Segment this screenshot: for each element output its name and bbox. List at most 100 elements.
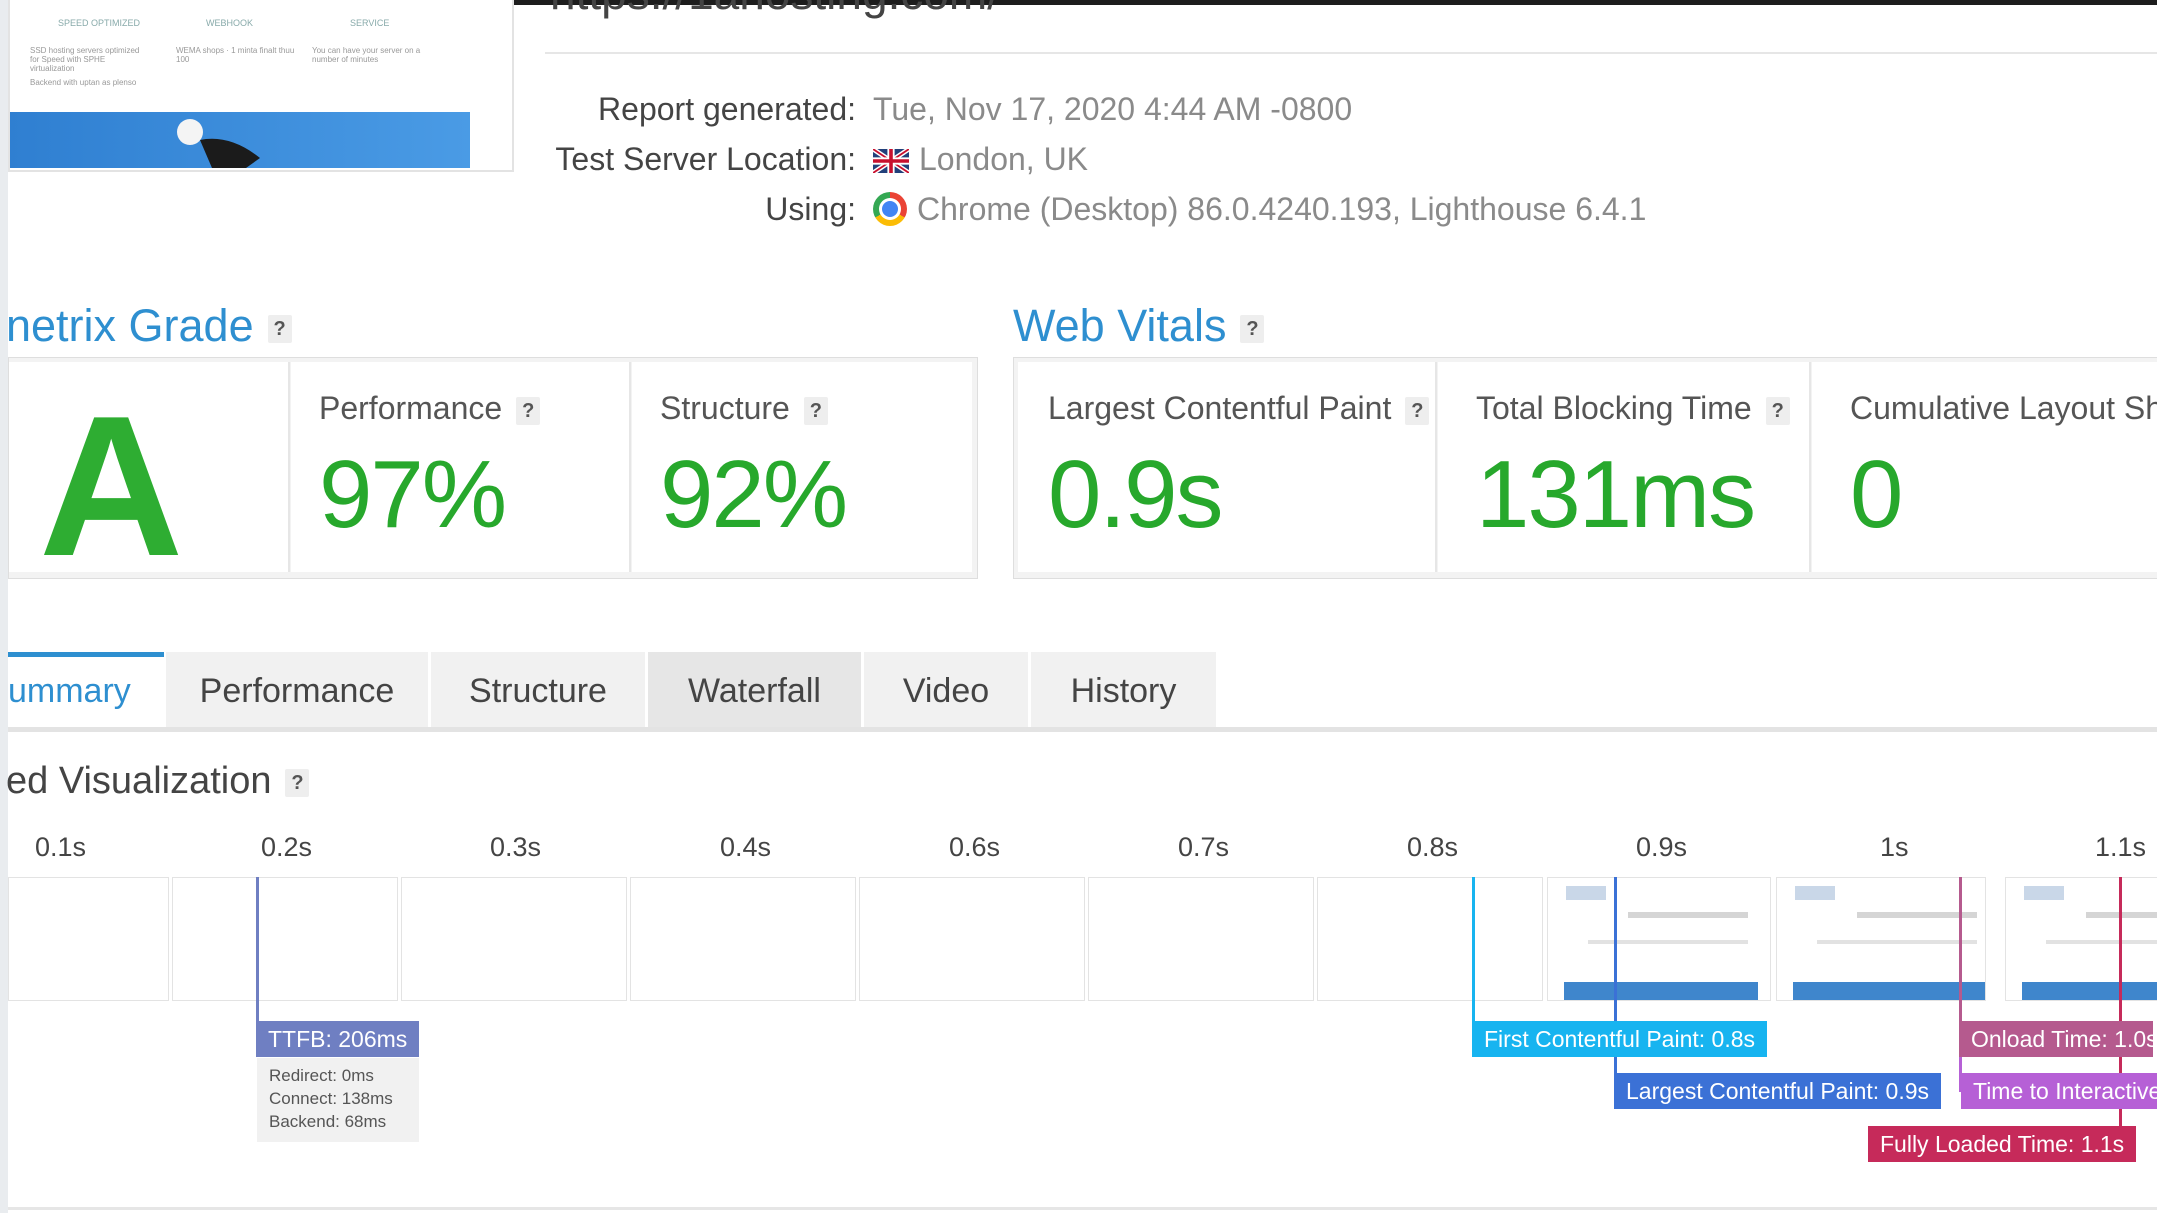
tab-structure[interactable]: Structure [431,652,645,730]
web-vitals-cards: Largest Contentful Paint? 0.9s Total Blo… [1013,357,2157,579]
timeline-tick: 0.4s [720,832,772,862]
cls-value: 0 [1850,441,1903,548]
performance-card: Performance? 97% [291,362,631,572]
grade-letter: A [39,375,184,598]
tab-summary[interactable]: ummary [8,652,164,730]
ttfb-breakdown: Redirect: 0ms Connect: 138ms Backend: 68… [257,1058,419,1142]
ttfb-line [256,877,259,1039]
server-location-label: Test Server Location: [555,141,856,177]
tbt-value: 131ms [1476,441,1756,548]
filmstrip-frame[interactable] [859,877,1085,1001]
ttfb-marker: TTFB: 206ms [256,1021,420,1057]
structure-label: Structure? [660,390,828,427]
lcp-label: Largest Contentful Paint? [1048,390,1430,427]
ttfb-connect: Connect: 138ms [269,1089,393,1108]
url-divider [545,52,2157,54]
timeline-tick: 1.1s [2095,832,2147,862]
fully-loaded-marker: Fully Loaded Time: 1.1s [1868,1126,2137,1162]
structure-card: Structure? 92% [632,362,972,572]
filmstrip-frame[interactable] [8,877,169,1001]
using-browser: Chrome (Desktop) 86.0.4240.193, Lighthou… [873,191,1646,228]
visualization-title: ed Visualization? [6,760,310,803]
ttfb-backend: Backend: 68ms [269,1112,387,1131]
lcp-card: Largest Contentful Paint? 0.9s [1018,362,1437,572]
tab-waterfall[interactable]: Waterfall [648,652,861,730]
grade-cards: A Performance? 97% Structure? 92% [8,357,978,598]
tested-url[interactable]: https://1ahosting.com/ [550,0,1000,20]
filmstrip-frame[interactable] [1088,877,1314,1001]
timeline-tick: 0.2s [261,832,313,862]
timeline-tick: 0.7s [1178,832,1230,862]
tab-summary-label: ummary [8,671,131,710]
timeline-tick: 0.1s [35,832,87,862]
filmstrip-frame-screenshot[interactable] [1547,877,1771,1001]
filmstrip-frame[interactable] [401,877,627,1001]
performance-label: Performance? [319,390,541,427]
tab-structure-label: Structure [469,671,607,710]
thumb-text: You can have your server on a number of … [312,46,421,64]
performance-value: 97% [319,441,507,548]
thumb-text: Backend with uptan as plenso [30,78,137,87]
report-generated-label: Report generated: [598,91,856,127]
web-vitals-title: Web Vitals? [1013,300,1265,352]
chrome-icon [873,192,907,226]
bottom-divider [8,1207,2157,1210]
lcp-line [1614,877,1617,1092]
timeline-tick: 0.8s [1407,832,1459,862]
lcp-help-icon[interactable]: ? [1405,396,1430,425]
tab-history[interactable]: History [1031,652,1216,730]
left-edge [0,0,8,1213]
timeline-tick: 0.9s [1636,832,1688,862]
visualization-help-icon[interactable]: ? [285,768,310,797]
active-tab-indicator [8,652,164,657]
using-value: Chrome (Desktop) 86.0.4240.193, Lighthou… [917,191,1647,227]
timeline-tick: 0.3s [490,832,542,862]
tbt-label-text: Total Blocking Time [1476,390,1752,426]
filmstrip-frame[interactable] [172,877,398,1001]
thumb-text: SSD hosting servers optimized for Speed … [30,46,140,73]
thumb-text: WEMA shops · 1 minta finalt thuu 100 [176,46,295,64]
web-vitals-help-icon[interactable]: ? [1240,315,1265,344]
thumb-col-title: WEBHOOK [206,18,254,28]
visualization-title-text: ed Visualization [6,760,272,802]
server-location-value: London, UK [919,141,1089,177]
grade-help-icon[interactable]: ? [267,315,292,344]
thumb-col-title: SERVICE [350,18,390,28]
tabs-divider [8,727,2157,732]
structure-value: 92% [660,441,848,548]
filmstrip-frame[interactable] [1317,877,1543,1001]
web-vitals-title-text: Web Vitals [1013,300,1227,351]
tab-performance-label: Performance [199,671,395,710]
site-screenshot-thumbnail: SPEED OPTIMIZED WEBHOOK SERVICE SSD host… [8,0,514,172]
tab-video[interactable]: Video [864,652,1028,730]
onload-marker: Onload Time: 1.0s [1959,1021,2153,1057]
tti-marker: Time to Interactive [1961,1073,2157,1109]
structure-label-text: Structure [660,390,790,426]
report-generated-value: Tue, Nov 17, 2020 4:44 AM -0800 [873,91,1353,127]
grade-letter-card: A [9,362,290,598]
lcp-marker: Largest Contentful Paint: 0.9s [1614,1073,1942,1109]
uk-flag-icon [873,149,909,173]
cyclist-image [177,119,260,168]
filmstrip-frame[interactable] [630,877,856,1001]
filmstrip-frame-screenshot[interactable] [2005,877,2157,1001]
server-location: London, UK [873,141,1088,178]
timeline-tick: 0.6s [949,832,1001,862]
tbt-label: Total Blocking Time? [1476,390,1790,427]
filmstrip-frame-screenshot[interactable] [1776,877,1986,1001]
timeline-tick: 1s [1880,832,1909,862]
structure-help-icon[interactable]: ? [803,396,828,425]
cls-card: Cumulative Layout Shift 0 [1812,362,2157,572]
grade-title-text: netrix Grade [6,300,254,351]
grade-section-title: netrix Grade? [6,300,292,352]
thumb-hero-image [10,112,470,168]
performance-help-icon[interactable]: ? [516,396,541,425]
tab-waterfall-label: Waterfall [688,671,821,710]
onload-line [1959,877,1962,1039]
tbt-help-icon[interactable]: ? [1765,396,1790,425]
tab-history-label: History [1070,671,1177,710]
tab-video-label: Video [902,671,990,710]
using-label: Using: [765,191,856,227]
tab-performance[interactable]: Performance [166,652,428,730]
tbt-card: Total Blocking Time? 131ms [1438,362,1811,572]
